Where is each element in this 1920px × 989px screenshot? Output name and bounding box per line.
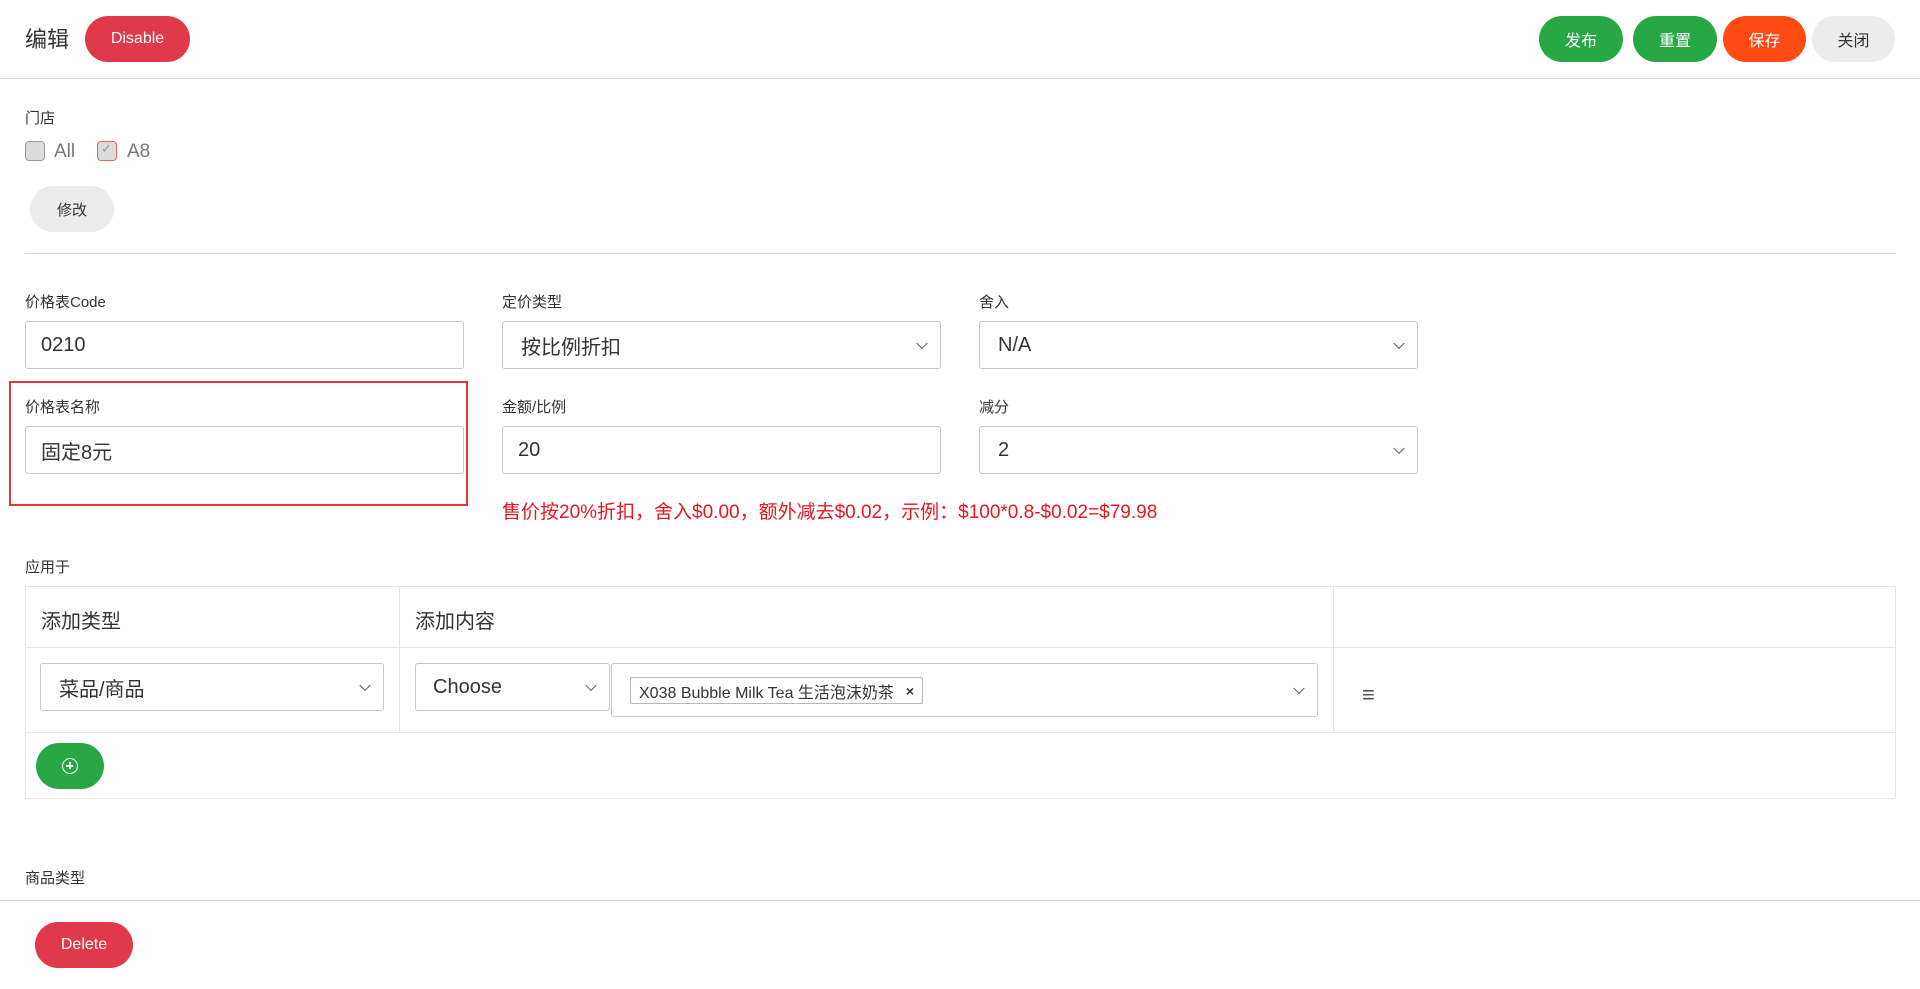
page-title: 编辑 — [25, 27, 70, 52]
modify-button[interactable]: 修改 — [30, 186, 114, 232]
table-row-divider — [25, 732, 1896, 733]
stores-label: 门店 — [25, 110, 56, 127]
delete-button[interactable]: Delete — [35, 922, 133, 968]
deduct-value: 2 — [998, 438, 1010, 461]
plus-circle-icon — [62, 758, 78, 774]
amount-label: 金额/比例 — [502, 399, 567, 416]
column-header-content: 添加内容 — [415, 611, 495, 633]
tag-label: X038 Bubble Milk Tea 生活泡沫奶茶 — [639, 684, 894, 702]
footer-divider — [0, 900, 1920, 901]
publish-button[interactable]: 发布 — [1539, 16, 1623, 62]
code-value: 0210 — [41, 333, 86, 356]
save-button[interactable]: 保存 — [1723, 16, 1806, 62]
code-label: 价格表Code — [25, 294, 106, 311]
rounding-select[interactable]: N/A — [979, 321, 1418, 369]
add-type-value: 菜品/商品 — [59, 678, 145, 701]
pricing-hint: 售价按20%折扣，舍入$0.00，额外减去$0.02，示例：$100*0.8-$… — [502, 502, 1158, 523]
disable-button[interactable]: Disable — [85, 16, 190, 62]
table-header-divider — [25, 647, 1896, 648]
reset-button[interactable]: 重置 — [1633, 16, 1717, 62]
drag-handle-icon[interactable]: ≡ — [1362, 682, 1375, 708]
name-input[interactable]: 固定8元 — [25, 426, 464, 474]
code-input[interactable]: 0210 — [25, 321, 464, 369]
name-value: 固定8元 — [41, 441, 113, 464]
apply-label: 应用于 — [25, 559, 71, 576]
remove-tag-icon[interactable]: × — [906, 683, 914, 699]
store-all-label: All — [54, 141, 76, 162]
rounding-label: 舍入 — [979, 294, 1010, 311]
selected-item-tag: X038 Bubble Milk Tea 生活泡沫奶茶 × — [630, 677, 924, 704]
deduct-label: 减分 — [979, 399, 1010, 416]
chevron-down-icon — [1293, 682, 1305, 695]
product-type-label: 商品类型 — [25, 870, 86, 887]
choose-value: Choose — [433, 675, 502, 698]
section-divider — [25, 253, 1896, 254]
store-a8-checkbox[interactable] — [97, 141, 117, 161]
column-header-type: 添加类型 — [41, 611, 121, 633]
pricing-type-label: 定价类型 — [502, 294, 563, 311]
pricing-type-select[interactable]: 按比例折扣 — [502, 321, 941, 369]
close-button[interactable]: 关闭 — [1812, 16, 1895, 62]
store-a8-label: A8 — [127, 141, 151, 162]
choose-select[interactable]: Choose — [415, 663, 610, 711]
amount-input[interactable]: 20 — [502, 426, 941, 474]
amount-value: 20 — [518, 438, 541, 461]
rounding-value: N/A — [998, 333, 1032, 356]
store-all-checkbox[interactable] — [25, 141, 45, 161]
deduct-select[interactable]: 2 — [979, 426, 1418, 474]
table-col-divider — [1333, 586, 1334, 732]
name-label: 价格表名称 — [25, 399, 101, 416]
add-row-button[interactable] — [36, 743, 104, 789]
add-type-select[interactable]: 菜品/商品 — [40, 663, 384, 711]
header-bar: 编辑 Disable 发布 重置 保存 关闭 — [0, 0, 1920, 79]
pricing-type-value: 按比例折扣 — [521, 336, 621, 359]
table-col-divider — [399, 586, 400, 732]
